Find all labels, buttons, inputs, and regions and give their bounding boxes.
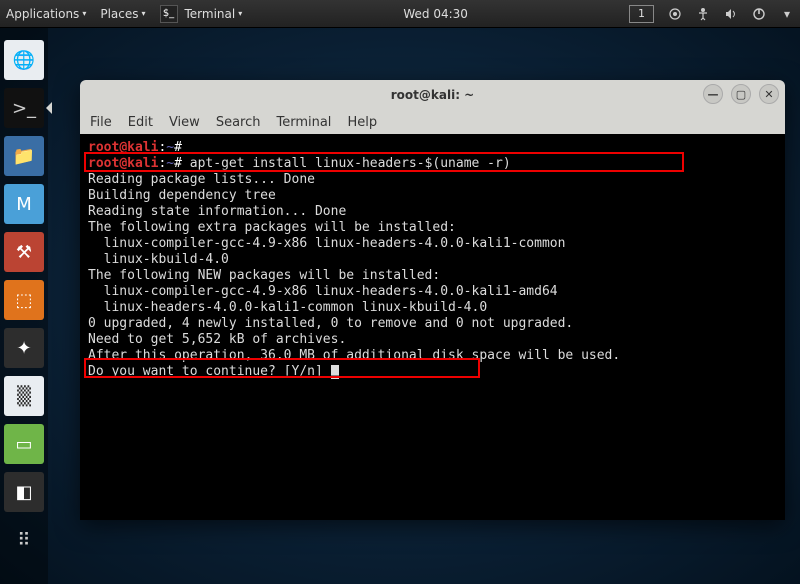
accessibility-icon[interactable] (696, 7, 710, 21)
menu-terminal[interactable]: Terminal (276, 115, 331, 130)
burp-icon[interactable]: ⬚ (4, 280, 44, 320)
files-icon[interactable]: 📁 (4, 136, 44, 176)
output-line: The following extra packages will be ins… (88, 220, 777, 236)
volume-icon[interactable] (724, 7, 738, 21)
output-line: 0 upgraded, 4 newly installed, 0 to remo… (88, 316, 777, 332)
output-line: The following NEW packages will be insta… (88, 268, 777, 284)
system-menu-caret-icon[interactable]: ▾ (780, 7, 794, 21)
clock-label: Wed 04:30 (403, 7, 468, 21)
applications-menu[interactable]: Applications▾ (6, 7, 86, 21)
top-panel: Applications▾ Places▾ $_ Terminal▾ Wed 0… (0, 0, 800, 28)
menu-search[interactable]: Search (216, 115, 261, 130)
terminal-dock-icon[interactable]: >_ (4, 88, 44, 128)
armitage-icon[interactable]: ⚒ (4, 232, 44, 272)
active-app-label: Terminal (185, 7, 236, 21)
leafpad-icon[interactable]: ▭ (4, 424, 44, 464)
menu-edit[interactable]: Edit (128, 115, 153, 130)
terminal-app-icon: $_ (160, 5, 178, 23)
highlight-prompt (84, 358, 480, 378)
active-app[interactable]: $_ Terminal▾ (160, 5, 243, 23)
window-title: root@kali: ~ (391, 88, 474, 102)
show-apps-icon[interactable]: ⠿ (4, 520, 44, 560)
maltego-icon[interactable]: ✦ (4, 328, 44, 368)
titlebar[interactable]: root@kali: ~ — ▢ ✕ (80, 80, 785, 110)
output-line: Reading state information... Done (88, 204, 777, 220)
clock[interactable]: Wed 04:30 (403, 7, 468, 21)
output-line: Need to get 5,652 kB of archives. (88, 332, 777, 348)
status-area: 1 ▾ (629, 5, 794, 23)
dock: 🌐 >_ 📁 M ⚒ ⬚ ✦ ▒ ▭ ◧ ⠿ (0, 28, 48, 584)
minimize-button[interactable]: — (703, 84, 723, 104)
tweaks-icon[interactable]: ◧ (4, 472, 44, 512)
output-line: linux-compiler-gcc-4.9-x86 linux-headers… (88, 284, 777, 300)
menu-file[interactable]: File (90, 115, 112, 130)
wireshark-icon[interactable]: ▒ (4, 376, 44, 416)
menu-help[interactable]: Help (347, 115, 377, 130)
highlight-command (84, 152, 684, 172)
places-menu[interactable]: Places▾ (100, 7, 145, 21)
record-icon[interactable] (668, 7, 682, 21)
maximize-button[interactable]: ▢ (731, 84, 751, 104)
menubar: File Edit View Search Terminal Help (80, 110, 785, 134)
workspace-indicator[interactable]: 1 (629, 5, 654, 23)
output-line: Reading package lists... Done (88, 172, 777, 188)
applications-label: Applications (6, 7, 79, 21)
terminal-window: root@kali: ~ — ▢ ✕ File Edit View Search… (80, 80, 785, 520)
output-line: linux-headers-4.0.0-kali1-common linux-k… (88, 300, 777, 316)
close-button[interactable]: ✕ (759, 84, 779, 104)
places-label: Places (100, 7, 138, 21)
iceweasel-icon[interactable]: 🌐 (4, 40, 44, 80)
terminal-body[interactable]: root@kali:~# root@kali:~# apt-get instal… (80, 134, 785, 520)
menu-view[interactable]: View (169, 115, 200, 130)
output-line: Building dependency tree (88, 188, 777, 204)
output-line: linux-kbuild-4.0 (88, 252, 777, 268)
output-line: linux-compiler-gcc-4.9-x86 linux-headers… (88, 236, 777, 252)
power-icon[interactable] (752, 7, 766, 21)
metasploit-icon[interactable]: M (4, 184, 44, 224)
